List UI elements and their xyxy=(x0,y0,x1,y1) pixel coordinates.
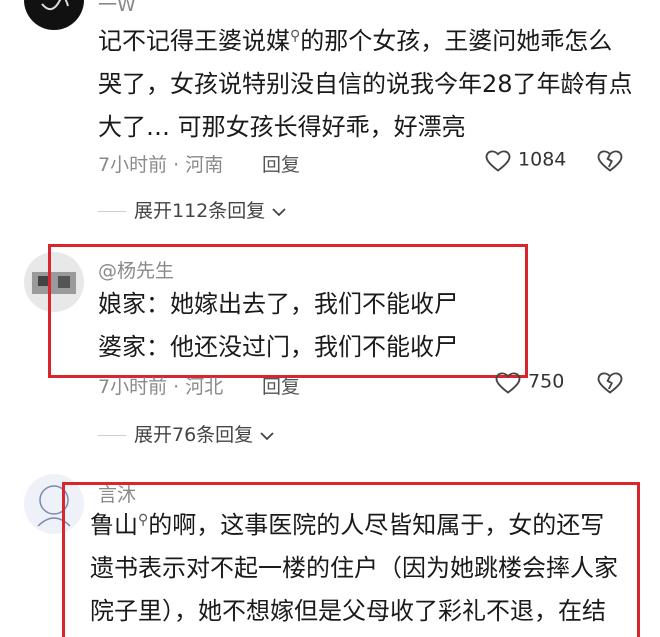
search-mark-icon[interactable]: ⚲ xyxy=(290,28,300,44)
dislike-button[interactable] xyxy=(596,147,624,173)
chevron-down-icon xyxy=(260,431,274,440)
username[interactable]: 一W xyxy=(98,0,136,17)
broken-heart-icon xyxy=(597,372,623,394)
reply-button[interactable]: 回复 xyxy=(262,372,300,399)
like-button[interactable]: 750 xyxy=(494,369,564,395)
comment-meta: 7小时前 · 河南 xyxy=(98,154,224,176)
heart-icon xyxy=(485,150,511,172)
broken-heart-icon xyxy=(597,150,623,172)
chevron-down-icon xyxy=(272,207,286,216)
comment-meta: 7小时前 · 河北 xyxy=(98,376,224,398)
divider xyxy=(98,211,126,212)
comment-text: 记不记得王婆说媒⚲的那个女孩，王婆问她乖怎么 哭了，女孩说特别没自信的说我今年2… xyxy=(98,27,633,141)
highlight-box xyxy=(62,482,640,637)
expand-replies-button[interactable]: 展开76条回复 xyxy=(98,420,275,447)
dislike-button[interactable] xyxy=(596,369,624,395)
heart-icon xyxy=(495,372,521,394)
avatar-signature-icon xyxy=(41,0,69,11)
expand-replies-button[interactable]: 展开112条回复 xyxy=(98,196,287,223)
reply-button[interactable]: 回复 xyxy=(262,150,300,177)
like-button[interactable]: 1084 xyxy=(484,147,566,173)
avatar[interactable] xyxy=(24,0,84,30)
divider xyxy=(98,435,126,436)
highlight-box xyxy=(48,244,528,378)
